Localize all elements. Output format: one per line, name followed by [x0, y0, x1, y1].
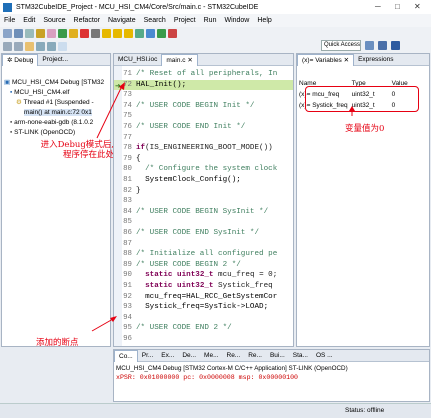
status-bar: Status: offline: [0, 403, 431, 418]
bottom-tab[interactable]: Re...: [244, 350, 266, 362]
console-launch-line: MCU_HSI_CM4 Debug [STM32 Cortex-M C/C++ …: [116, 365, 348, 372]
arrow-debug-entry: [96, 85, 123, 139]
bottom-tab[interactable]: Bui...: [266, 350, 289, 362]
bottom-tab[interactable]: Co...: [114, 349, 138, 362]
arrow-breakpoint-head: [110, 316, 117, 322]
bottom-tab[interactable]: Sta...: [289, 350, 312, 362]
arrow-debug-entry-head: [119, 82, 125, 90]
bottom-tab[interactable]: Ex...: [157, 350, 178, 362]
console-output: xPSR: 0x01000000 pc: 0x0000008 msp: 0x00…: [116, 374, 299, 381]
bottom-tab[interactable]: Me...: [200, 350, 222, 362]
console-tabs: Co... Pr... Ex... De... Me... Re... Re... Bui..…: [114, 349, 429, 362]
status-text: Status: offline: [345, 407, 385, 414]
bottom-tab[interactable]: Re...: [223, 350, 245, 362]
arrow-breakpoint: [91, 318, 114, 332]
arrow-var-zero-head: [349, 106, 355, 111]
bottom-tab[interactable]: De...: [178, 350, 200, 362]
bottom-tab[interactable]: OS ...: [312, 350, 337, 362]
bottom-tab[interactable]: Pr...: [138, 350, 158, 362]
console-view: Co... Pr... Ex... De... Me... Re... Re... Bui..…: [113, 349, 430, 402]
